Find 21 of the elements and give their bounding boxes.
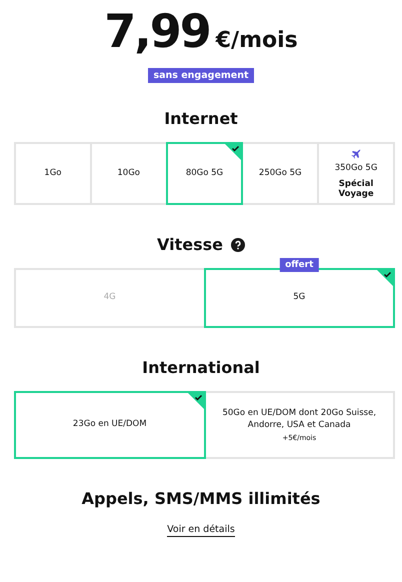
calls-title: Appels, SMS/MMS illimités <box>82 489 320 508</box>
plane-icon <box>349 148 364 160</box>
plan-option[interactable]: 250Go 5G <box>241 142 320 205</box>
plan-option[interactable]: 5G <box>204 268 395 328</box>
plan-option[interactable]: 80Go 5G <box>166 142 244 205</box>
details-link[interactable]: Voir en détails <box>167 524 235 537</box>
section-title: Vitesse <box>157 235 223 254</box>
checkmark-icon <box>225 144 242 160</box>
checkmark-icon <box>188 393 204 409</box>
commitment-badge: sans engagement <box>148 68 254 83</box>
plan-option[interactable]: 1Go <box>14 142 92 205</box>
plan-option[interactable]: 350Go 5G Spécial Voyage <box>317 142 395 205</box>
section-title: Internet <box>164 109 238 128</box>
section-title: International <box>142 358 260 377</box>
plan-option[interactable]: 23Go en UE/DOM <box>14 391 206 459</box>
plan-option[interactable]: 10Go <box>90 142 168 205</box>
help-icon[interactable] <box>230 238 245 252</box>
checkmark-icon <box>377 270 393 286</box>
price-amount: 7,99 <box>104 4 210 58</box>
offer-badge: offert <box>280 258 318 272</box>
price-unit: €/mois <box>216 28 298 53</box>
